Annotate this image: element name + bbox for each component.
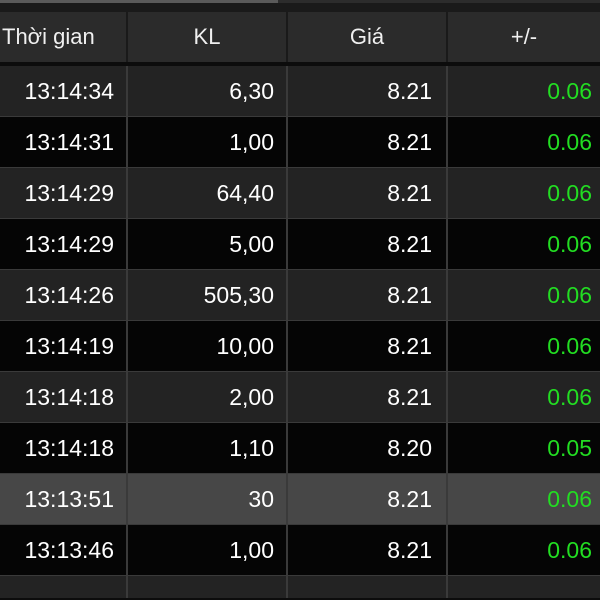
top-bar-ridge (0, 0, 278, 3)
table-row[interactable]: 13:14:29 64,40 8.21 0.06 (0, 168, 600, 219)
cell-price: 8.21 (288, 372, 448, 422)
cell-volume: 5,00 (128, 219, 288, 269)
cell-change: 0.06 (547, 384, 592, 410)
cell-change: 0.06 (547, 129, 592, 155)
table-row[interactable]: 13:14:18 1,10 8.20 0.05 (0, 423, 600, 474)
table-row[interactable]: 13:14:26 505,30 8.21 0.06 (0, 270, 600, 321)
cell-volume: 2,00 (128, 372, 288, 422)
cell-volume: 1,00 (128, 117, 288, 167)
cell-price: 8.21 (288, 270, 448, 320)
cell-time: 13:14:19 (0, 321, 128, 371)
cell-price: 8.21 (288, 321, 448, 371)
table-row[interactable]: 13:13:46 1,00 8.21 0.06 (0, 525, 600, 576)
cell-price: 8.21 (288, 168, 448, 218)
cell-change: 0.06 (547, 78, 592, 104)
cell-price: 8.21 (288, 117, 448, 167)
cell-time: 13:14:29 (0, 168, 128, 218)
cell-volume: 505,30 (128, 270, 288, 320)
cell-change: 0.06 (547, 486, 592, 512)
cell-volume: 6,30 (128, 66, 288, 116)
cell-time: 13:14:26 (0, 270, 128, 320)
header-price[interactable]: Giá (288, 12, 448, 62)
table-row[interactable]: 13:14:31 1,00 8.21 0.06 (0, 117, 600, 168)
table-row[interactable]: 13:14:19 10,00 8.21 0.06 (0, 321, 600, 372)
cell-volume (128, 576, 288, 598)
table-row[interactable]: 13:14:34 6,30 8.21 0.06 (0, 66, 600, 117)
cell-change (448, 576, 600, 598)
cell-time (0, 576, 128, 598)
cell-change: 0.05 (547, 435, 592, 461)
top-bar (0, 0, 600, 12)
table-header: Thời gian KL Giá +/- (0, 12, 600, 62)
cell-time: 13:14:31 (0, 117, 128, 167)
cell-price: 8.21 (288, 525, 448, 575)
cell-time: 13:14:34 (0, 66, 128, 116)
cell-time: 13:14:29 (0, 219, 128, 269)
cell-price: 8.20 (288, 423, 448, 473)
header-change[interactable]: +/- (448, 12, 600, 62)
cell-volume: 1,00 (128, 525, 288, 575)
trade-list: 13:14:34 6,30 8.21 0.06 13:14:31 1,00 8.… (0, 66, 600, 598)
cell-time: 13:14:18 (0, 423, 128, 473)
header-time[interactable]: Thời gian (0, 12, 128, 62)
cell-volume: 64,40 (128, 168, 288, 218)
cell-price: 8.21 (288, 474, 448, 524)
cell-volume: 10,00 (128, 321, 288, 371)
cell-change: 0.06 (547, 282, 592, 308)
table-row[interactable]: 13:14:29 5,00 8.21 0.06 (0, 219, 600, 270)
cell-volume: 1,10 (128, 423, 288, 473)
cell-change: 0.06 (547, 180, 592, 206)
cell-time: 13:13:51 (0, 474, 128, 524)
table-row[interactable]: 13:14:18 2,00 8.21 0.06 (0, 372, 600, 423)
cell-time: 13:14:18 (0, 372, 128, 422)
cell-volume: 30 (128, 474, 288, 524)
top-bar-ridge-right (278, 0, 600, 3)
cell-change: 0.06 (547, 231, 592, 257)
table-row[interactable]: 13:13:51 30 8.21 0.06 (0, 474, 600, 525)
cell-price: 8.21 (288, 219, 448, 269)
cell-change: 0.06 (547, 333, 592, 359)
cell-price: 8.21 (288, 66, 448, 116)
cell-change: 0.06 (547, 537, 592, 563)
cell-price (288, 576, 448, 598)
cell-time: 13:13:46 (0, 525, 128, 575)
table-row-partial[interactable] (0, 576, 600, 598)
header-volume[interactable]: KL (128, 12, 288, 62)
